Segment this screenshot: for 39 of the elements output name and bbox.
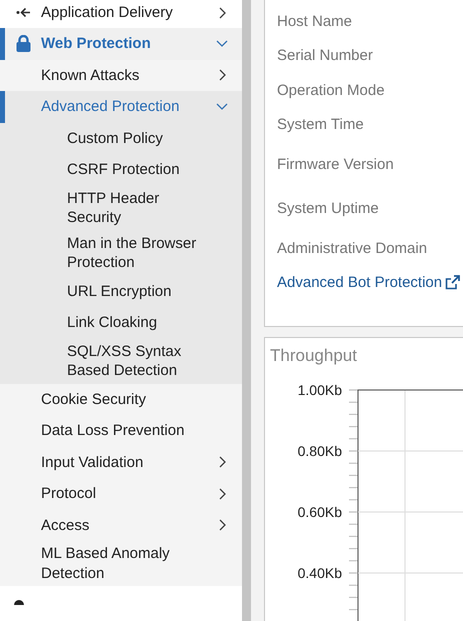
sidebar-item[interactable]: Data Loss Prevention [0, 415, 242, 446]
sidebar-item[interactable]: ML Based Anomaly Detection [0, 541, 242, 586]
sidebar-item[interactable]: Protocol [0, 478, 242, 510]
sidebar-item[interactable]: SQL/XSS Syntax Based Detection [0, 338, 242, 384]
chevron-down-icon [216, 40, 228, 48]
field-label: Firmware Version [277, 156, 394, 173]
sidebar-item[interactable]: Man in the Browser Protection [0, 230, 242, 276]
sidebar-item[interactable]: Input Validation [0, 446, 242, 478]
bot-protection-link[interactable]: Advanced Bot Protection [277, 274, 460, 292]
lock-icon [16, 35, 30, 52]
sidebar-item[interactable]: Advanced Protection [0, 91, 242, 122]
sidebar-item[interactable]: Cookie Security [0, 384, 242, 415]
chevron-right-icon [218, 519, 226, 532]
sidebar-item[interactable]: HTTP Header Security [0, 186, 242, 230]
chevron-down-icon [216, 103, 228, 110]
field-label: Serial Number [277, 47, 373, 64]
sidebar-item[interactable]: URL Encryption [0, 276, 242, 307]
chevron-right-icon [218, 6, 226, 18]
sidebar-item[interactable]: Custom Policy [0, 122, 242, 154]
chart-title: Throughput [270, 345, 357, 367]
sidebar-item[interactable]: Web Protection [0, 28, 242, 60]
arrow-icon [16, 7, 30, 18]
sidebar-item[interactable]: Link Cloaking [0, 307, 242, 338]
field-label: System Time [277, 116, 364, 134]
sidebar-item[interactable]: Access [0, 510, 242, 541]
field-label: Operation Mode [277, 82, 385, 99]
chevron-right-icon [218, 488, 226, 500]
field-label: Administrative Domain [277, 240, 428, 257]
field-label: Host Name [277, 12, 352, 30]
axis-label: 1.00Kb [298, 382, 342, 398]
axis-label: 0.40Kb [298, 565, 342, 581]
field-label: System Uptime [277, 200, 379, 218]
sidebar-item[interactable]: CSRF Protection [0, 154, 242, 186]
chevron-right-icon [218, 456, 226, 468]
axis-label: 0.60Kb [298, 504, 342, 520]
sidebar-item[interactable]: Known Attacks [0, 60, 242, 91]
external-link-icon [445, 275, 460, 290]
axis-label: 0.80Kb [298, 443, 342, 459]
chevron-right-icon [218, 69, 226, 82]
